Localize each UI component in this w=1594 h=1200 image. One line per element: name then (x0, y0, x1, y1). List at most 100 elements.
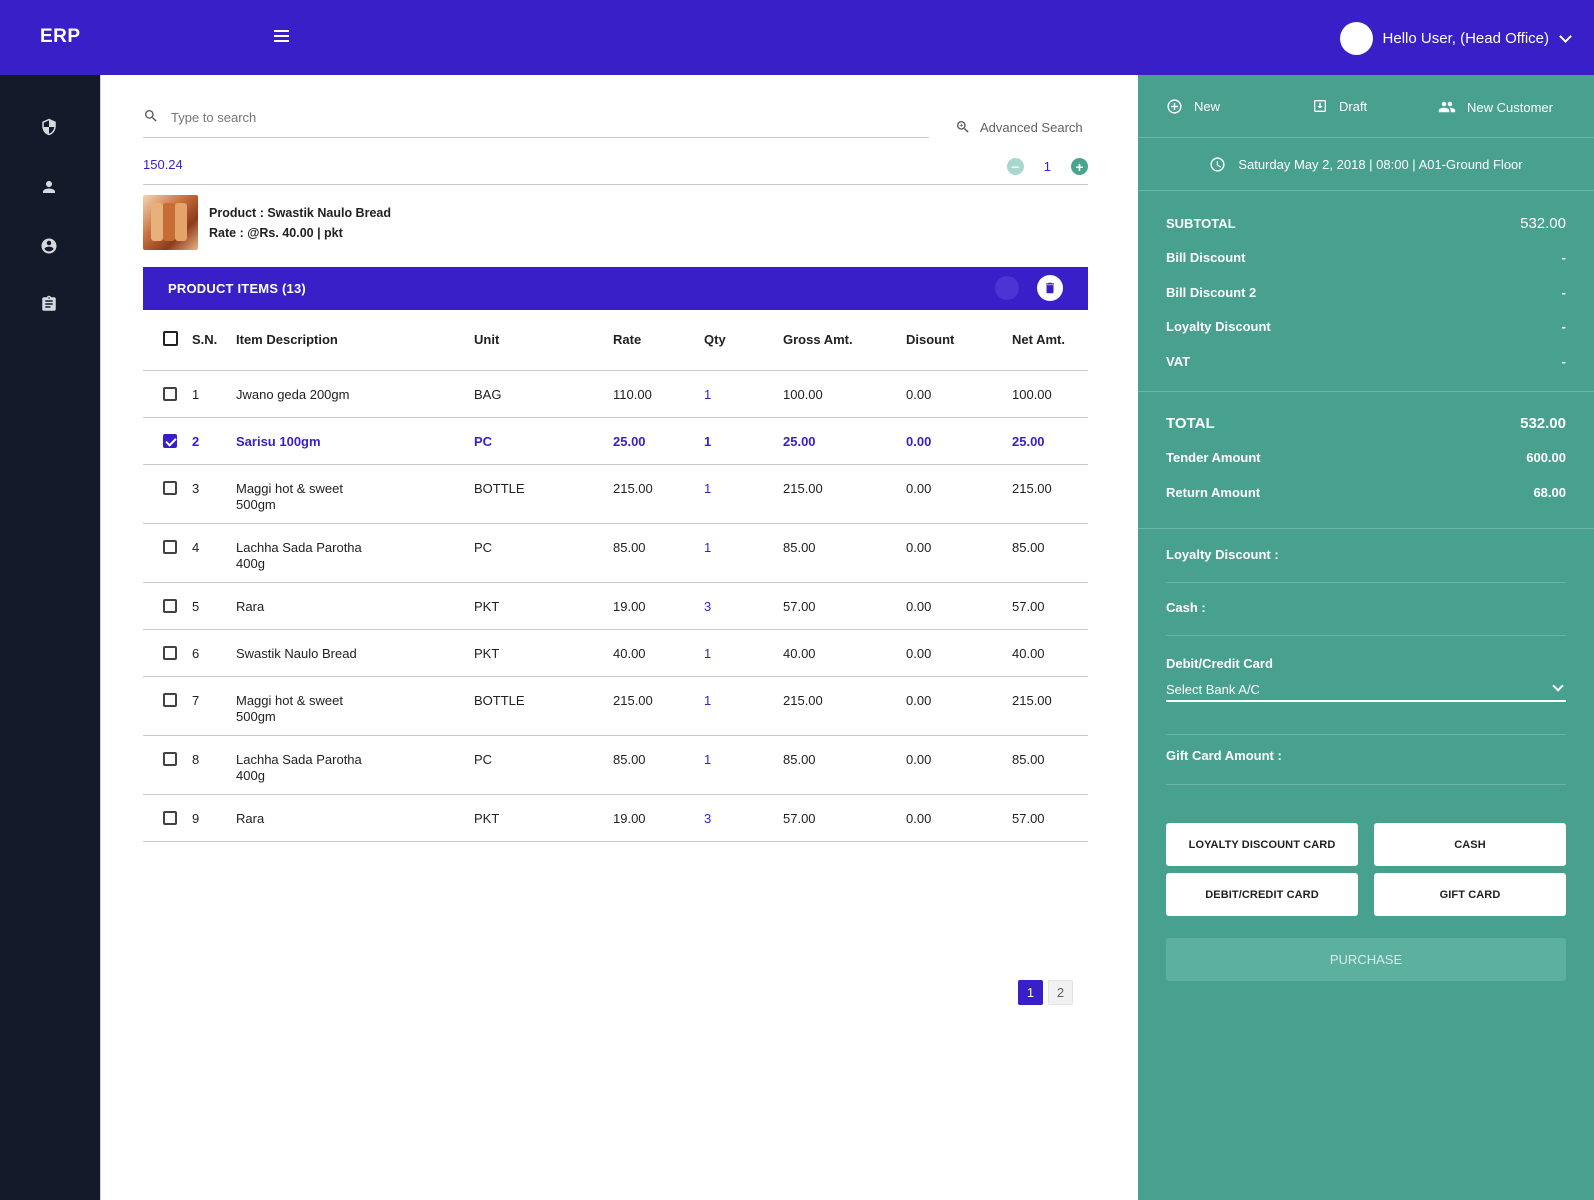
return-row: Return Amount 68.00 (1166, 475, 1566, 510)
advanced-search-link[interactable]: Advanced Search (955, 119, 1083, 135)
cell-qty[interactable]: 1 (704, 464, 783, 524)
row-checkbox[interactable] (163, 480, 177, 495)
table-row[interactable]: 3 Maggi hot & sweet 500gm BOTTLE 215.00 … (143, 464, 1088, 524)
shield-icon[interactable] (40, 118, 58, 136)
cell-discount: 0.00 (906, 629, 1012, 677)
clipboard-icon[interactable] (40, 295, 58, 313)
advanced-search-label: Advanced Search (980, 119, 1083, 135)
loyalty-discount-card-button[interactable]: LOYALTY DISCOUNT CARD (1166, 823, 1358, 866)
summary-label: VAT (1166, 353, 1191, 369)
cell-gross: 215.00 (783, 676, 906, 736)
table-row[interactable]: 4 Lachha Sada Parotha 400g PC 85.00 1 85… (143, 523, 1088, 583)
page-2-button[interactable]: 2 (1048, 980, 1073, 1005)
summary-label: Bill Discount (1166, 250, 1246, 266)
new-button[interactable]: New (1166, 98, 1220, 115)
cell-qty[interactable]: 3 (704, 582, 783, 630)
row-checkbox[interactable] (163, 645, 177, 660)
decrease-qty-button[interactable]: − (1006, 158, 1024, 175)
quantity-value: 1 (1043, 159, 1051, 174)
row-checkbox[interactable] (163, 598, 177, 613)
datetime-text: Saturday May 2, 2018 | 08:00 | A01-Groun… (1238, 157, 1523, 172)
cell-qty[interactable]: 3 (704, 794, 783, 842)
table-row[interactable]: 9 Rara PKT 19.00 3 57.00 0.00 57.00 (143, 794, 1088, 842)
selected-product: Product : Swastik Naulo Bread Rate : @Rs… (143, 195, 391, 250)
row-checkbox[interactable] (163, 386, 177, 401)
cell-net: 215.00 (1012, 464, 1088, 524)
undo-button[interactable] (995, 276, 1019, 300)
cell-discount: 0.00 (906, 523, 1012, 583)
cell-gross: 25.00 (783, 417, 906, 465)
gift-card-field-label[interactable]: Gift Card Amount : (1166, 748, 1566, 763)
increase-qty-button[interactable]: + (1071, 158, 1088, 175)
items-table: S.N. Item Description Unit Rate Qty Gros… (143, 310, 1088, 842)
search-icon (143, 108, 159, 124)
cell-qty[interactable]: 1 (704, 735, 783, 795)
cell-net: 57.00 (1012, 582, 1088, 630)
user-menu[interactable]: Hello User, (Head Office) (1339, 22, 1572, 55)
brand-logo[interactable]: ERP (40, 26, 81, 48)
item-description: Maggi hot & sweet 500gm (236, 480, 343, 512)
col-net: Net Amt. (1012, 310, 1088, 371)
delete-button[interactable] (1037, 275, 1063, 301)
account-circle-icon[interactable] (40, 237, 58, 255)
gift-card-button[interactable]: GIFT CARD (1374, 873, 1566, 916)
row-checkbox[interactable] (163, 692, 177, 707)
cell-discount: 0.00 (906, 417, 1012, 465)
cell-gross: 215.00 (783, 464, 906, 524)
table-row-selected[interactable]: 2 Sarisu 100gm PC 25.00 1 25.00 0.00 25.… (143, 417, 1088, 465)
search-input[interactable] (171, 107, 911, 127)
debit-credit-card-button[interactable]: DEBIT/CREDIT CARD (1166, 873, 1358, 916)
cell-qty[interactable]: 1 (704, 676, 783, 736)
top-header: ERP Hello User, (Head Office) (0, 0, 1594, 75)
cell-rate: 25.00 (613, 417, 704, 465)
return-label: Return Amount (1166, 484, 1261, 500)
cell-qty[interactable]: 1 (704, 370, 783, 418)
new-customer-button[interactable]: New Customer (1438, 98, 1553, 116)
row-checkbox[interactable] (163, 751, 177, 766)
table-row[interactable]: 5 Rara PKT 19.00 3 57.00 0.00 57.00 (143, 582, 1088, 630)
cell-qty[interactable]: 1 (704, 629, 783, 677)
cash-input-line[interactable] (1166, 635, 1566, 636)
new-customer-label: New Customer (1467, 99, 1553, 115)
cell-qty[interactable]: 1 (704, 417, 783, 465)
col-qty: Qty (704, 310, 783, 371)
hamburger-menu-icon[interactable] (271, 30, 293, 46)
bank-account-select[interactable]: Select Bank A/C (1166, 680, 1566, 702)
cell-rate: 19.00 (613, 794, 704, 842)
loyalty-discount-input-line[interactable] (1166, 582, 1566, 583)
gift-card-input-line[interactable] (1166, 784, 1566, 785)
page-1-button[interactable]: 1 (1018, 980, 1043, 1005)
summary-value: - (1561, 319, 1566, 335)
table-row[interactable]: 7 Maggi hot & sweet 500gm BOTTLE 215.00 … (143, 676, 1088, 736)
cash-button[interactable]: CASH (1374, 823, 1566, 866)
row-checkbox[interactable] (163, 539, 177, 554)
row-checkbox[interactable] (163, 810, 177, 825)
select-all-checkbox[interactable] (163, 330, 178, 346)
person-icon[interactable] (40, 178, 58, 196)
item-description: Rara (236, 810, 265, 826)
cell-gross: 40.00 (783, 629, 906, 677)
row-checkbox[interactable] (163, 433, 177, 448)
cash-field-label[interactable]: Cash : (1166, 600, 1566, 615)
cell-unit: PC (474, 735, 613, 795)
table-row[interactable]: 1 Jwano geda 200gm BAG 110.00 1 100.00 0… (143, 370, 1088, 418)
item-description: Swastik Naulo Bread (236, 645, 357, 661)
table-row[interactable]: 6 Swastik Naulo Bread PKT 40.00 1 40.00 … (143, 629, 1088, 677)
table-row[interactable]: 8 Lachha Sada Parotha 400g PC 85.00 1 85… (143, 735, 1088, 795)
summary-value: - (1561, 353, 1566, 369)
cell-qty[interactable]: 1 (704, 523, 783, 583)
draft-button[interactable]: Draft (1312, 98, 1367, 114)
cell-gross: 57.00 (783, 582, 906, 630)
purchase-button[interactable]: PURCHASE (1166, 938, 1566, 981)
cell-description: Rara (236, 582, 474, 630)
cell-gross: 100.00 (783, 370, 906, 418)
cell-discount: 0.00 (906, 370, 1012, 418)
cell-unit: PKT (474, 629, 613, 677)
item-description: Lachha Sada Parotha 400g (236, 539, 362, 571)
cell-unit: BAG (474, 370, 613, 418)
avatar (1339, 22, 1373, 55)
quantity-stepper: − 1 + (1006, 158, 1088, 175)
tender-row: Tender Amount 600.00 (1166, 441, 1566, 476)
loyalty-discount-field-label[interactable]: Loyalty Discount : (1166, 547, 1566, 562)
cell-net: 85.00 (1012, 735, 1088, 795)
